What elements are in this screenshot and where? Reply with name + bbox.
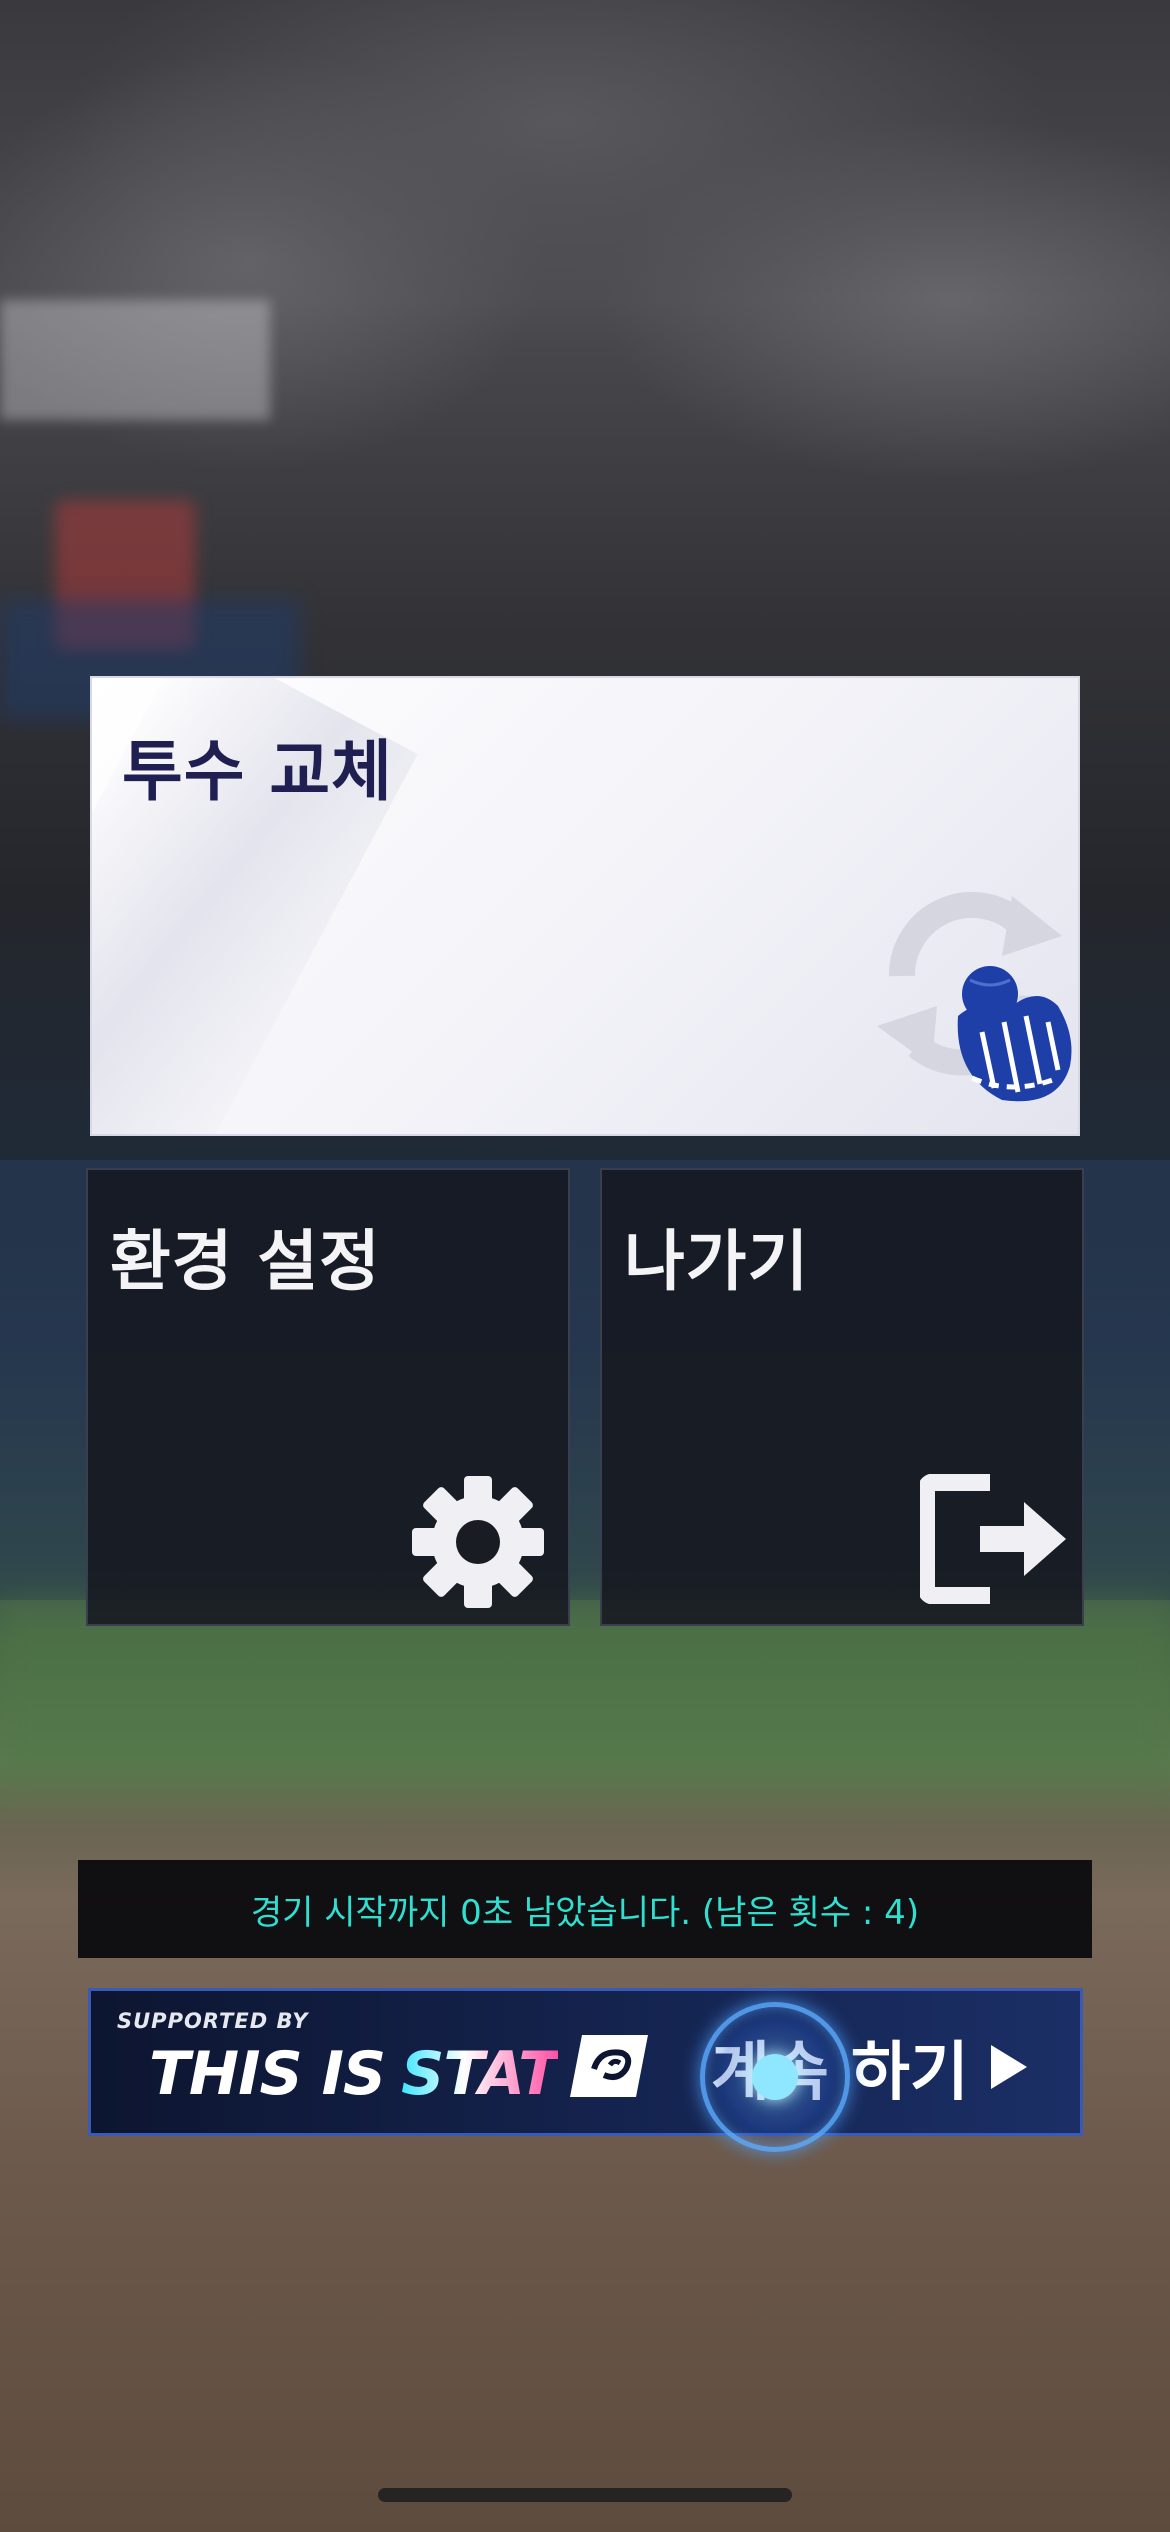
touch-indicator-dot	[752, 2054, 798, 2100]
home-indicator[interactable]	[378, 2488, 792, 2502]
touch-indicator	[700, 2002, 850, 2152]
exit-button[interactable]: 나가기	[600, 1168, 1084, 1626]
exit-icon	[917, 1473, 1070, 1608]
sponsor-logo-text-white: THIS IS	[149, 2038, 386, 2109]
countdown-text: 경기 시작까지 0초 남았습니다. (남은 횟수 : 4)	[250, 1892, 920, 1933]
play-arrow-icon	[990, 2045, 1027, 2089]
settings-label: 환경 설정	[110, 1223, 381, 1300]
pitcher-change-label: 투수 교체	[122, 733, 393, 810]
sponsor-logo-text-color: STAT	[401, 2038, 559, 2109]
settings-button[interactable]: 환경 설정	[86, 1168, 570, 1626]
exit-label: 나가기	[624, 1223, 810, 1300]
supported-by-label: SUPPORTED BY	[117, 2009, 309, 2033]
blurred-field	[0, 1600, 1170, 1780]
continue-banner[interactable]: SUPPORTED BY THIS IS STAT 계속 하기	[88, 1988, 1083, 2136]
pitcher-change-icon	[862, 856, 1078, 1110]
blurred-scoreboard	[0, 300, 270, 420]
countdown-notice: 경기 시작까지 0초 남았습니다. (남은 횟수 : 4)	[78, 1860, 1092, 1958]
sponsor-logo: THIS IS STAT	[149, 2035, 649, 2112]
gear-icon	[408, 1472, 548, 1616]
stat-logo-icon	[570, 2035, 649, 2112]
pitcher-change-button[interactable]: 투수 교체	[90, 676, 1080, 1136]
